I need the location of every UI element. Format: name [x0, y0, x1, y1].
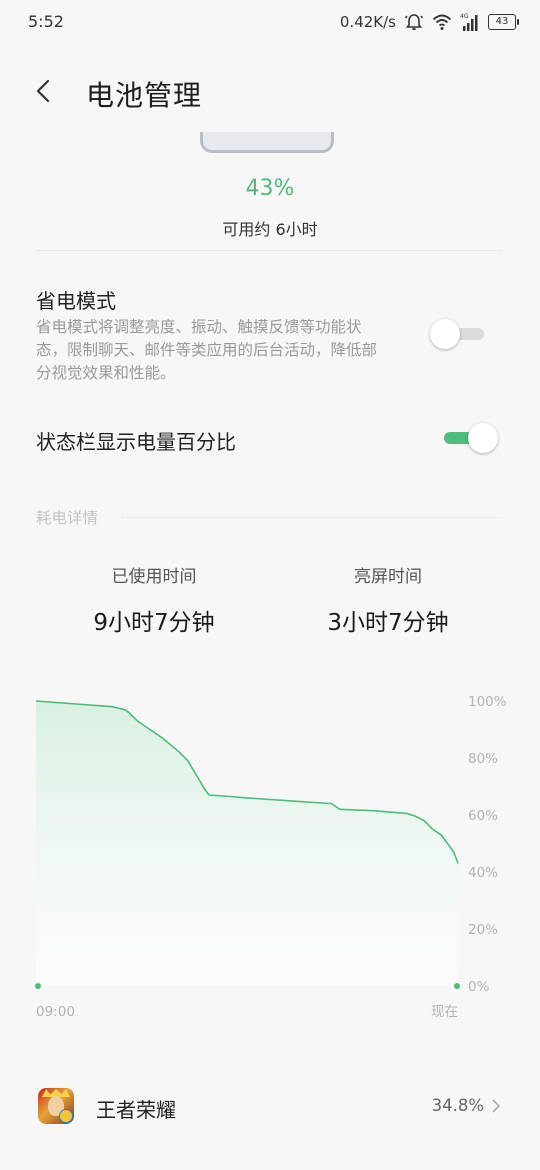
screen-time-label: 亮屏时间 — [354, 567, 422, 587]
section-label-usage-details: 耗电详情 — [36, 509, 99, 527]
wifi-icon — [432, 14, 452, 30]
network-type-label: 4G — [460, 13, 469, 20]
battery-percent: 43% — [245, 176, 295, 201]
battery-graphic — [200, 132, 334, 153]
app-name: 王者荣耀 — [96, 1098, 176, 1122]
y-tick-label: 80% — [468, 751, 498, 767]
y-tick-label: 100% — [468, 694, 507, 710]
toggle-knob — [430, 319, 460, 349]
signal-icon: 4G — [460, 13, 478, 31]
y-tick-label: 20% — [468, 922, 498, 938]
status-bar: 5:52 0.42K/s 4G 43 — [0, 0, 540, 44]
chevron-right-icon — [492, 1099, 501, 1113]
divider — [36, 250, 502, 251]
page-title: 电池管理 — [86, 79, 203, 112]
back-chevron-icon[interactable] — [28, 74, 62, 108]
app-usage-percent: 34.8% — [431, 1096, 484, 1115]
status-bar-percent-label: 状态栏显示电量百分比 — [36, 430, 236, 454]
used-time-block: 已使用时间 9小时7分钟 — [54, 562, 254, 637]
network-speed: 0.42K/s — [339, 13, 396, 31]
power-saving-title: 省电模式 — [36, 289, 116, 313]
app-list-item[interactable]: 王者荣耀 34.8% — [0, 1080, 540, 1136]
battery-level-chart-svg: 100% 80% 60% 40% 20% 0% 09:00 现在 — [35, 694, 507, 1020]
battery-icon: 43 — [488, 14, 519, 30]
used-time-value: 9小时7分钟 — [93, 610, 215, 636]
status-bar-percent-toggle[interactable] — [442, 422, 500, 454]
power-saving-toggle[interactable] — [430, 318, 488, 350]
screen-time-block: 亮屏时间 3小时7分钟 — [288, 562, 488, 637]
x-tick-label: 现在 — [431, 1004, 458, 1020]
screen-time-value: 3小时7分钟 — [327, 610, 449, 636]
alarm-icon — [404, 14, 424, 31]
battery-remaining-time: 可用约 6小时 — [222, 220, 318, 239]
battery-area-fill — [36, 701, 458, 986]
y-tick-label: 60% — [468, 808, 498, 824]
honor-of-kings-app-icon — [38, 1088, 74, 1124]
y-tick-label: 40% — [468, 865, 498, 881]
x-axis-endpoint-dot — [35, 983, 41, 989]
status-time: 5:52 — [28, 12, 64, 31]
battery-level-chart: 100% 80% 60% 40% 20% 0% 09:00 现在 — [0, 680, 540, 1025]
x-tick-label: 09:00 — [36, 1004, 75, 1020]
app-header: 电池管理 — [0, 60, 540, 124]
x-axis-endpoint-dot — [454, 983, 460, 989]
used-time-label: 已使用时间 — [111, 567, 197, 587]
y-tick-label: 0% — [468, 979, 490, 995]
section-divider — [122, 517, 502, 518]
toggle-knob — [468, 423, 498, 453]
status-icons: 0.42K/s 4G 43 — [339, 10, 519, 34]
power-saving-description: 省电模式将调整亮度、振动、触摸反馈等功能状态，限制聊天、邮件等类应用的后台活动，… — [36, 318, 378, 382]
